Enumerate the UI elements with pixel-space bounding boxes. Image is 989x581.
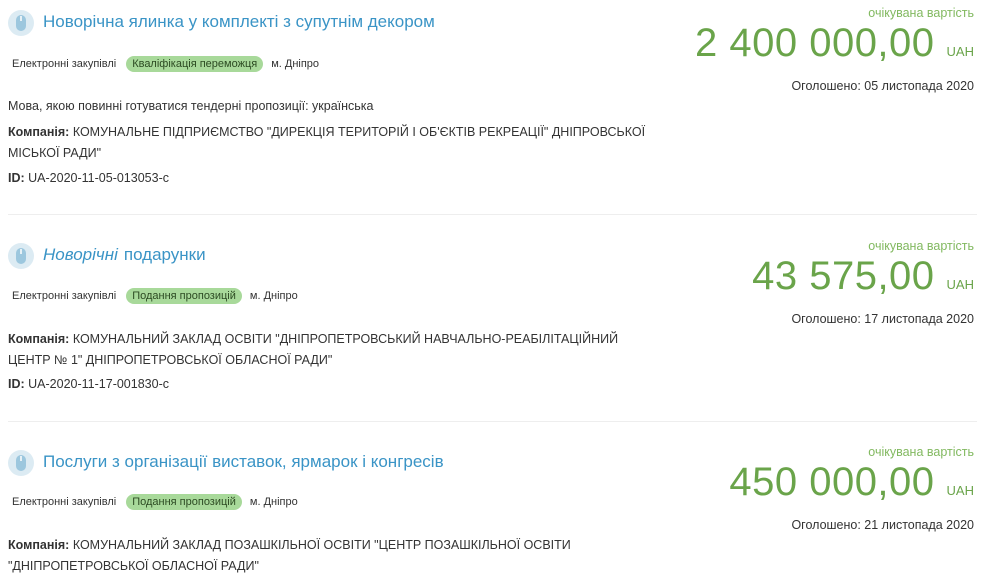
tender-item: Новорічні подарунки Електронні закупівлі …: [0, 215, 989, 422]
currency: UAH: [946, 44, 974, 59]
city: м. Дніпро: [249, 496, 298, 508]
procurement-type: Електронні закупівлі: [12, 290, 117, 302]
tender-icon: [8, 243, 34, 269]
tender-meta: Електронні закупівлі Подання пропозицій …: [12, 494, 298, 510]
price: 2 400 000,00 UAH: [695, 20, 974, 75]
procurement-type: Електронні закупівлі: [12, 496, 117, 508]
tender-id: ID: UA-2020-11-17-001830-c: [8, 374, 658, 395]
status-badge: Кваліфікація переможця: [126, 56, 264, 72]
price-block: очікувана вартість 2 400 000,00 UAH Оголо…: [695, 6, 974, 93]
company-name-line1: КОМУНАЛЬНИЙ ЗАКЛАД ПОЗАШКІЛЬНОЇ ОСВІТИ "…: [72, 538, 571, 552]
tender-meta: Електронні закупівлі Подання пропозицій …: [12, 288, 298, 304]
price-value: 43 575,00: [752, 254, 935, 298]
status-badge: Подання пропозицій: [126, 494, 242, 510]
announced-date: Оголошено: 05 листопада 2020: [791, 79, 974, 93]
tender-list: Новорічна ялинка у комплекті з супутнім …: [0, 0, 989, 581]
company-name-line2: МІСЬКОЇ РАДИ": [8, 146, 102, 160]
announced-date: Оголошено: 17 листопада 2020: [791, 312, 974, 326]
company-label: Компанія:: [8, 538, 70, 552]
currency: UAH: [946, 277, 974, 292]
expected-value-label: очікувана вартість: [868, 445, 974, 459]
price: 43 575,00 UAH: [752, 253, 974, 308]
id-label: ID:: [8, 377, 25, 391]
company-name-line2: "ДНІПРОПЕТРОВСЬКОЇ ОБЛАСНОЇ РАДИ": [8, 559, 259, 573]
tender-title-link[interactable]: Послуги з організації виставок, ярмарок …: [43, 452, 444, 472]
city: м. Дніпро: [249, 290, 298, 302]
tender-id: ID: UA-2020-11-05-013053-c: [8, 168, 658, 189]
company-name-line1: КОМУНАЛЬНЕ ПІДПРИЄМСТВО "ДИРЕКЦІЯ ТЕРИТО…: [72, 125, 646, 139]
company-label: Компанія:: [8, 125, 70, 139]
title-emphasis: Новорічні: [43, 245, 118, 264]
company-name-line1: КОМУНАЛЬНИЙ ЗАКЛАД ОСВІТИ "ДНІПРОПЕТРОВС…: [72, 332, 619, 346]
language-note: Мова, якою повинні готуватися тендерні п…: [8, 99, 374, 113]
company-label: Компанія:: [8, 332, 70, 346]
tender-item: Новорічна ялинка у комплекті з супутнім …: [0, 0, 989, 215]
company: Компанія: КОМУНАЛЬНИЙ ЗАКЛАД ПОЗАШКІЛЬНО…: [8, 535, 658, 577]
tender-title-link[interactable]: Новорічні подарунки: [43, 245, 206, 265]
tender-item: Послуги з організації виставок, ярмарок …: [0, 422, 989, 581]
price-block: очікувана вартість 450 000,00 UAH Оголоше…: [729, 445, 974, 532]
tender-title-link[interactable]: Новорічна ялинка у комплекті з супутнім …: [43, 12, 435, 32]
company: Компанія: КОМУНАЛЬНИЙ ЗАКЛАД ОСВІТИ "ДНІ…: [8, 329, 658, 371]
expected-value-label: очікувана вартість: [868, 239, 974, 253]
procurement-type: Електронні закупівлі: [12, 58, 117, 70]
tender-icon: [8, 10, 34, 36]
price-value: 450 000,00: [729, 460, 935, 504]
city: м. Дніпро: [271, 58, 320, 70]
tender-icon: [8, 450, 34, 476]
currency: UAH: [946, 483, 974, 498]
expected-value-label: очікувана вартість: [868, 6, 974, 20]
company: Компанія: КОМУНАЛЬНЕ ПІДПРИЄМСТВО "ДИРЕК…: [8, 122, 658, 164]
id-value: UA-2020-11-05-013053-c: [28, 171, 169, 185]
price-block: очікувана вартість 43 575,00 UAH Оголошен…: [752, 239, 974, 326]
price-value: 2 400 000,00: [694, 21, 935, 65]
company-name-line2: ЦЕНТР № 1" ДНІПРОПЕТРОВСЬКОЇ ОБЛАСНОЇ РА…: [8, 353, 333, 367]
price: 450 000,00 UAH: [729, 459, 974, 514]
id-label: ID:: [8, 171, 25, 185]
announced-date: Оголошено: 21 листопада 2020: [791, 518, 974, 532]
title-rest: подарунки: [123, 245, 206, 264]
id-value: UA-2020-11-17-001830-c: [28, 377, 169, 391]
tender-meta: Електронні закупівлі Кваліфікація перемо…: [12, 56, 319, 72]
status-badge: Подання пропозицій: [126, 288, 242, 304]
